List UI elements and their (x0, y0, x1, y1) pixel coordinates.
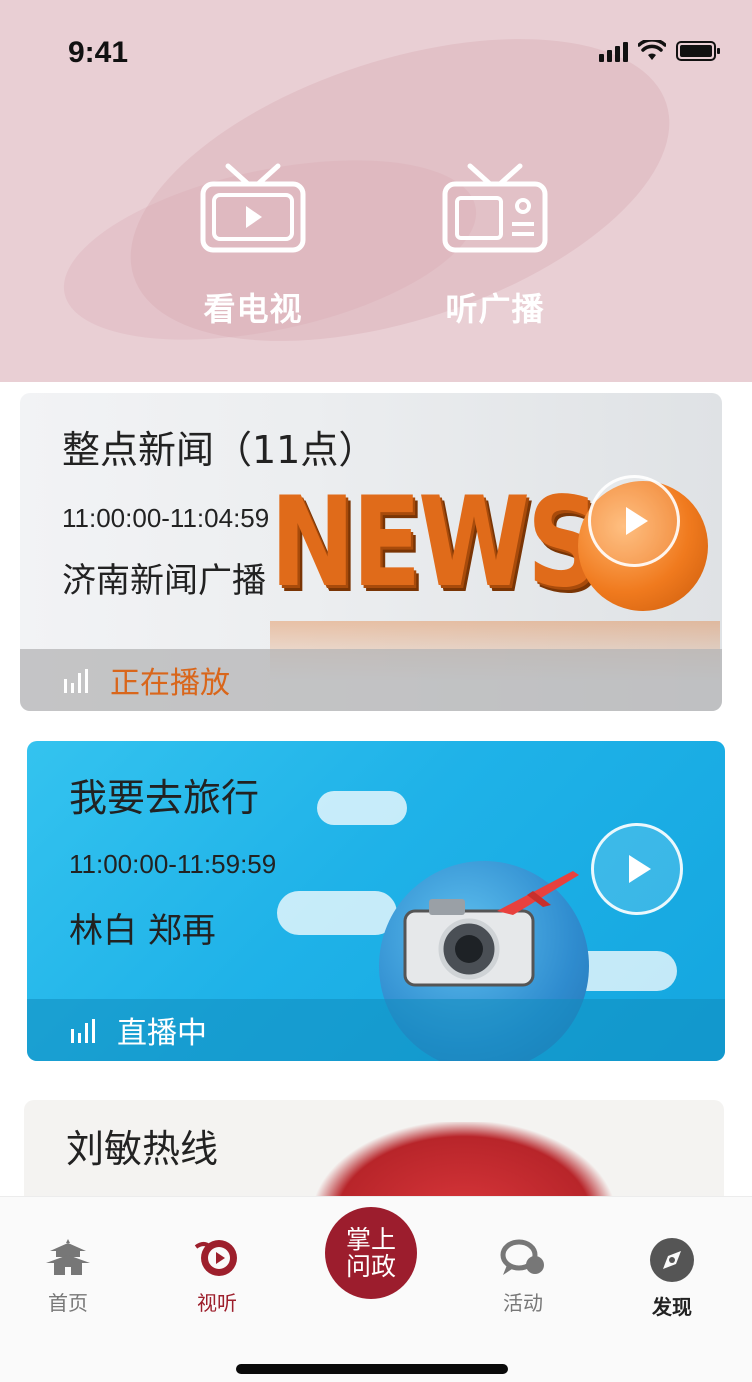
tv-icon (200, 163, 306, 253)
tab-activity-label: 活动 (503, 1291, 543, 1315)
program-title: 刘敏热线 (66, 1127, 219, 1171)
bottom-tab-bar: 首页 视听 掌上 问政 活动 发现 (0, 1196, 752, 1382)
tab-discover[interactable]: 发现 (622, 1237, 722, 1320)
battery-icon (676, 41, 720, 61)
play-icon (626, 507, 648, 535)
chat-bubble-icon (500, 1239, 544, 1275)
program-card-news[interactable]: NEWS 整点新闻（11点） 11:00:00-11:04:59 济南新闻广播 … (20, 393, 722, 711)
tab-listen-label: 视听 (197, 1291, 237, 1315)
program-host: 济南新闻广播 (62, 561, 266, 601)
tab-home-label: 首页 (48, 1291, 88, 1315)
center-tab-line1: 掌上 (345, 1225, 396, 1254)
program-host: 林白 郑再 (69, 911, 216, 951)
program-time: 11:00:00-11:59:59 (69, 849, 277, 879)
home-indicator (236, 1364, 508, 1374)
airplane-illustration (497, 871, 579, 915)
play-button[interactable] (588, 475, 680, 567)
audio-bars-icon (64, 669, 88, 693)
wifi-icon (638, 40, 666, 60)
program-status: 直播中 (117, 1016, 207, 1051)
watch-tv-label: 看电视 (203, 290, 303, 328)
program-time: 11:00:00-11:04:59 (62, 503, 270, 533)
program-status: 正在播放 (110, 666, 230, 701)
program-title: 我要去旅行 (69, 776, 260, 820)
pagoda-icon (46, 1239, 90, 1275)
tab-center-wenzheng[interactable]: 掌上 问政 (325, 1207, 417, 1299)
tab-home[interactable]: 首页 (18, 1237, 118, 1316)
tab-discover-label: 发现 (652, 1295, 692, 1319)
listen-radio-button[interactable]: 听广播 (430, 160, 560, 330)
news-banner-text: NEWS (270, 471, 600, 615)
cellular-signal-icon (599, 40, 628, 62)
program-card-travel[interactable]: 我要去旅行 11:00:00-11:59:59 林白 郑再 直播中 (27, 741, 725, 1061)
header-banner: 9:41 看电视 听广播 (0, 0, 752, 382)
media-play-icon (194, 1240, 237, 1276)
status-icons (599, 40, 722, 62)
play-button[interactable] (591, 823, 683, 915)
listen-radio-label: 听广播 (445, 290, 545, 328)
tab-activity[interactable]: 活动 (473, 1237, 573, 1316)
status-bar: 9:41 (0, 0, 752, 100)
play-icon (629, 855, 651, 883)
tab-listen[interactable]: 视听 (167, 1237, 267, 1316)
program-title: 整点新闻（11点） (62, 428, 377, 472)
cloud-decoration (317, 791, 407, 825)
center-tab-line2: 问政 (345, 1252, 396, 1281)
audio-bars-icon (71, 1019, 95, 1043)
status-time: 9:41 (68, 36, 129, 69)
compass-icon (650, 1238, 694, 1282)
watch-tv-button[interactable]: 看电视 (188, 160, 318, 330)
cloud-decoration (277, 891, 397, 935)
radio-icon (442, 163, 548, 253)
program-status-bar: 正在播放 (20, 649, 722, 711)
program-status-bar: 直播中 (27, 999, 725, 1061)
